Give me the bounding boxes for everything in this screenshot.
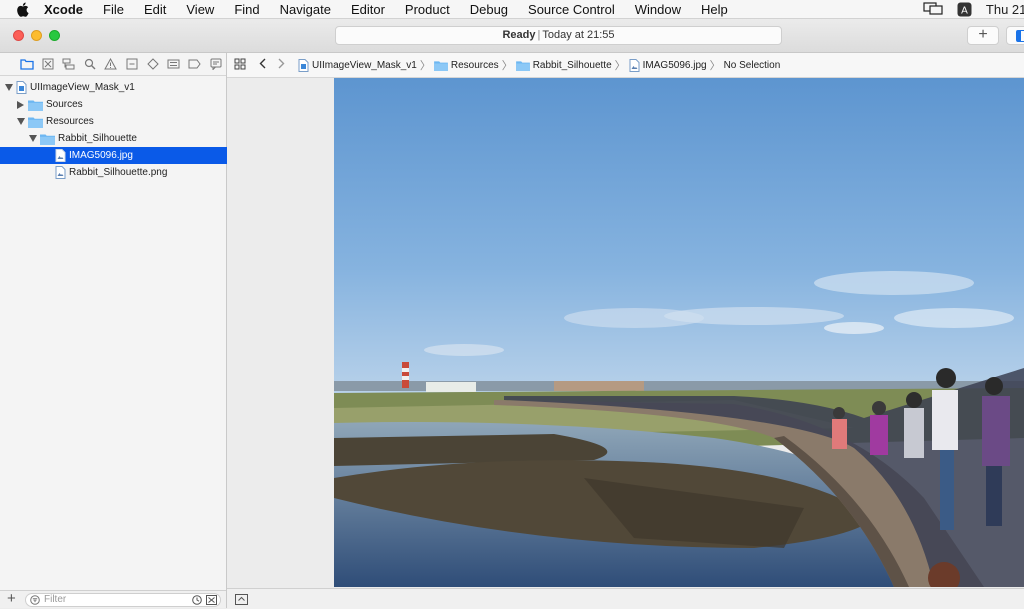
folder-icon — [40, 133, 55, 145]
menu-file[interactable]: File — [103, 2, 124, 17]
tree-row-project[interactable]: UIImageView_Mask_v1 — [0, 79, 230, 96]
project-file-icon — [298, 59, 309, 72]
image-editor-area — [227, 78, 1024, 587]
apple-icon[interactable] — [16, 1, 32, 17]
menu-edit[interactable]: Edit — [144, 2, 166, 17]
folder-icon — [434, 60, 448, 71]
image-file-icon — [629, 59, 640, 72]
menu-bar: Xcode File Edit View Find Navigate Edito… — [0, 0, 1024, 19]
menu-editor[interactable]: Editor — [351, 2, 385, 17]
disclosure-expanded-icon[interactable] — [16, 118, 25, 125]
image-file-icon — [55, 166, 66, 179]
message-navigator-tab-icon[interactable] — [205, 56, 226, 72]
breadcrumb-folder-label: Rabbit_Silhouette — [533, 60, 612, 71]
breadcrumb-resources[interactable]: Resources — [434, 60, 499, 71]
find-navigator-tab-icon[interactable] — [79, 56, 100, 72]
breadcrumb-project-label: UIImageView_Mask_v1 — [312, 60, 417, 71]
input-source-icon[interactable]: A — [957, 2, 972, 17]
tree-label-project: UIImageView_Mask_v1 — [30, 82, 135, 93]
forward-arrow-icon[interactable] — [278, 58, 285, 72]
breadcrumb-chevron-icon: 〉 — [502, 57, 513, 73]
image-preview — [334, 78, 1024, 587]
toggle-navigator-button[interactable] — [1006, 26, 1024, 45]
activity-status: Ready|Today at 21:55 — [335, 26, 782, 45]
menu-source-control[interactable]: Source Control — [528, 2, 615, 17]
menu-window[interactable]: Window — [635, 2, 681, 17]
project-navigator-tab-icon[interactable] — [16, 56, 37, 72]
navigator-footer: + Filter — [0, 590, 226, 608]
report-navigator-tab-icon[interactable] — [184, 56, 205, 72]
tree-row-rabbit-folder[interactable]: Rabbit_Silhouette — [0, 130, 254, 147]
issue-navigator-tab-icon[interactable] — [100, 56, 121, 72]
filter-placeholder: Filter — [44, 594, 66, 606]
close-window-button[interactable] — [13, 30, 24, 41]
library-add-button[interactable]: + — [967, 26, 999, 45]
tree-label-resources: Resources — [46, 116, 94, 127]
navigator-tab-bar — [0, 53, 226, 76]
related-items-icon[interactable] — [234, 58, 246, 73]
tree-row-sources[interactable]: Sources — [0, 96, 242, 113]
breakpoint-navigator-tab-icon[interactable] — [163, 56, 184, 72]
breadcrumb-chevron-icon: 〉 — [420, 57, 431, 73]
photo-wetland-boardwalk-crowd — [334, 78, 1024, 587]
folder-icon — [516, 60, 530, 71]
test-navigator-tab-icon[interactable] — [121, 56, 142, 72]
tree-label-sources: Sources — [46, 99, 83, 110]
tree-label-rabbit-png: Rabbit_Silhouette.png — [69, 167, 167, 178]
folder-icon — [28, 99, 43, 111]
editor-footer — [227, 588, 1024, 609]
menu-navigate[interactable]: Navigate — [280, 2, 331, 17]
tree-label-rabbit-folder: Rabbit_Silhouette — [58, 133, 137, 144]
display-mirroring-icon[interactable] — [923, 2, 943, 16]
menu-view[interactable]: View — [186, 2, 214, 17]
menu-find[interactable]: Find — [234, 2, 259, 17]
symbol-navigator-tab-icon[interactable] — [58, 56, 79, 72]
jump-bar: UIImageView_Mask_v1 〉 Resources 〉 Rabbit… — [227, 53, 1024, 78]
project-file-icon — [16, 81, 27, 94]
status-time: Today at 21:55 — [542, 29, 614, 41]
back-arrow-icon[interactable] — [259, 58, 266, 72]
menu-app-xcode[interactable]: Xcode — [44, 2, 83, 17]
folder-icon — [28, 116, 43, 128]
tree-row-resources[interactable]: Resources — [0, 113, 242, 130]
zoom-window-button[interactable] — [49, 30, 60, 41]
project-navigator: UIImageView_Mask_v1 Sources Resources Ra… — [0, 53, 227, 608]
disclosure-expanded-icon[interactable] — [4, 84, 13, 91]
disclosure-expanded-icon[interactable] — [28, 135, 37, 142]
input-source-letter: A — [961, 5, 968, 16]
source-control-tab-icon[interactable] — [37, 56, 58, 72]
menu-product[interactable]: Product — [405, 2, 450, 17]
status-state: Ready — [502, 29, 535, 41]
debug-navigator-tab-icon[interactable] — [142, 56, 163, 72]
sidebar-panel-icon — [1016, 30, 1024, 42]
filter-icon — [30, 595, 40, 609]
tree-label-imag5096: IMAG5096.jpg — [69, 150, 133, 161]
window-toolbar: Ready|Today at 21:55 + — [0, 19, 1024, 53]
recent-files-filter-icon[interactable] — [192, 595, 202, 609]
navigator-filter-field[interactable]: Filter — [25, 593, 221, 607]
menubar-clock[interactable]: Thu 21: — [986, 2, 1024, 17]
breadcrumb-chevron-icon: 〉 — [710, 57, 721, 73]
scm-filter-icon[interactable] — [206, 595, 217, 609]
menu-debug[interactable]: Debug — [470, 2, 508, 17]
status-separator: | — [538, 29, 541, 41]
breadcrumb-file-label: IMAG5096.jpg — [643, 60, 707, 71]
breadcrumb-folder[interactable]: Rabbit_Silhouette — [516, 60, 612, 71]
breadcrumb-file[interactable]: IMAG5096.jpg — [629, 59, 707, 72]
show-debug-area-icon[interactable] — [235, 593, 248, 608]
image-file-icon — [55, 149, 66, 162]
breadcrumb-chevron-icon: 〉 — [615, 57, 626, 73]
disclosure-collapsed-icon[interactable] — [16, 101, 25, 109]
breadcrumb-project[interactable]: UIImageView_Mask_v1 — [295, 59, 417, 72]
minimize-window-button[interactable] — [31, 30, 42, 41]
add-file-button[interactable]: + — [7, 591, 16, 607]
menu-help[interactable]: Help — [701, 2, 728, 17]
breadcrumb-selection[interactable]: No Selection — [724, 60, 781, 71]
breadcrumb-resources-label: Resources — [451, 60, 499, 71]
